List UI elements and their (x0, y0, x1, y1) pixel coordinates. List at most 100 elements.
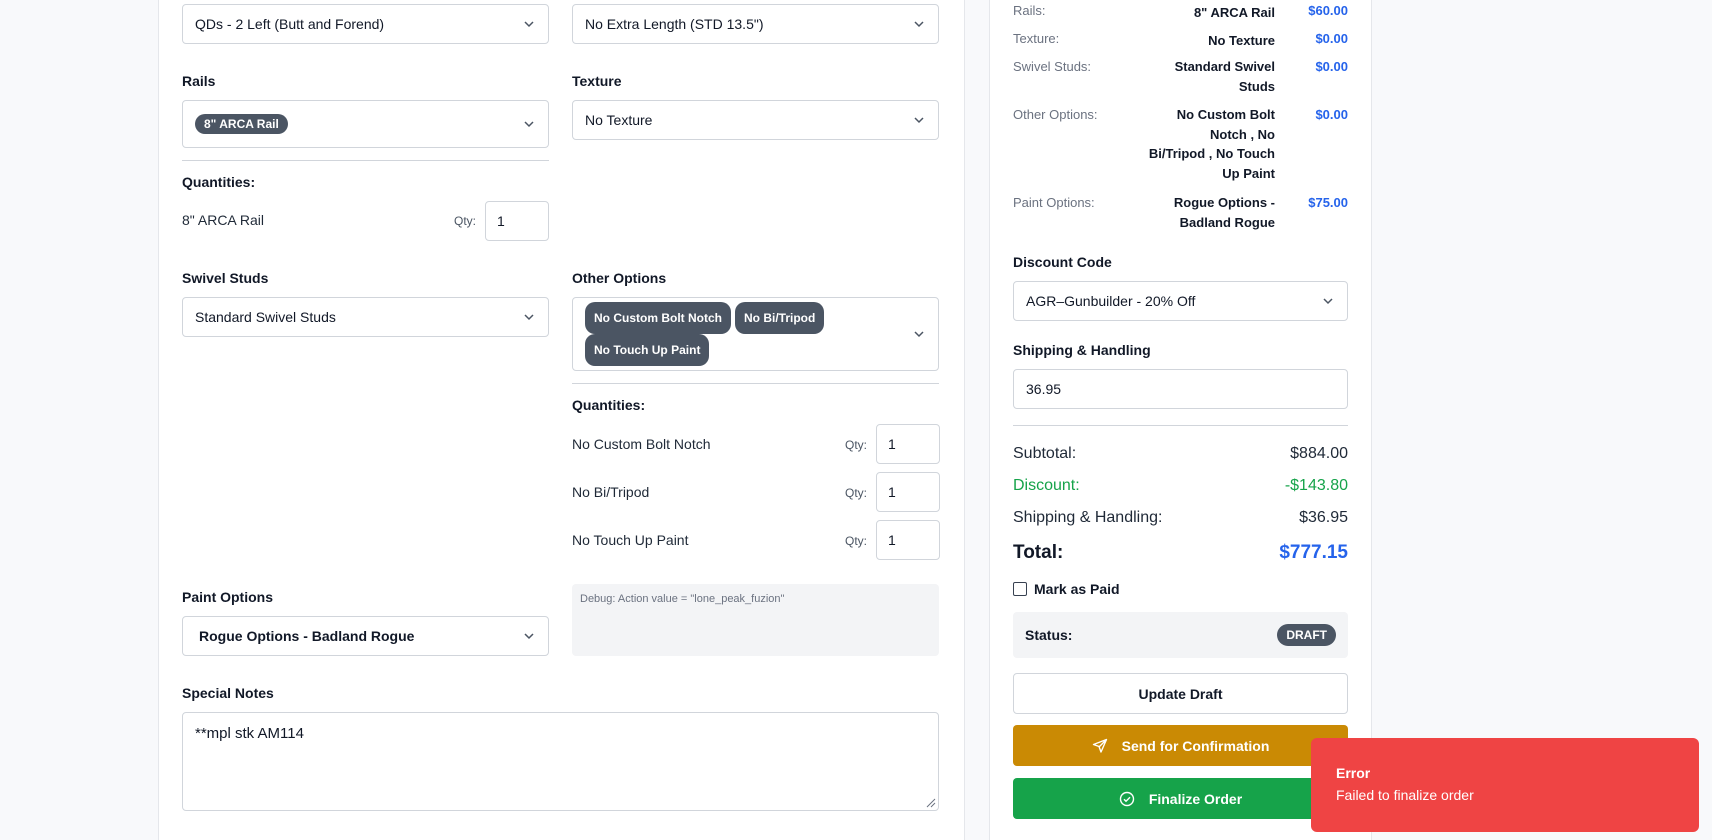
length-select-value: No Extra Length (STD 13.5") (585, 16, 764, 32)
status-label: Status: (1025, 627, 1073, 643)
summary-row-price: $75.00 (1308, 195, 1348, 210)
summary-row-value: No Custom Bolt Notch , No Bi/Tripod , No… (1140, 105, 1275, 183)
resize-handle-icon[interactable] (926, 798, 936, 808)
qty-label: Qty: (845, 438, 868, 452)
rails-chips: 8" ARCA Rail (195, 114, 522, 134)
special-notes-label: Special Notes (182, 685, 274, 701)
paint-options-value: Rogue Options - Badland Rogue (199, 628, 415, 644)
mark-paid-checkbox[interactable] (1013, 582, 1027, 596)
chevron-down-icon (912, 113, 926, 127)
chevron-down-icon (522, 117, 536, 131)
qty-label: Qty: (845, 534, 868, 548)
error-toast[interactable]: Error Failed to finalize order (1311, 738, 1699, 832)
toast-message: Failed to finalize order (1336, 787, 1474, 803)
summary-row-label: Swivel Studs: (1013, 59, 1092, 74)
chevron-down-icon (522, 17, 536, 31)
rails-select[interactable]: 8" ARCA Rail (182, 100, 549, 148)
special-notes-value: **mpl stk AM114 (195, 725, 304, 742)
summary-value-line: Up Paint (1222, 165, 1275, 181)
chevron-down-icon (522, 629, 536, 643)
rails-quantities-label: Quantities: (182, 174, 256, 190)
summary-row-value: Standard Swivel Studs (1140, 57, 1275, 96)
shipping-label: Shipping & Handling (1013, 342, 1151, 358)
totals-divider (1013, 425, 1348, 426)
other-qty-input[interactable]: 1 (876, 424, 940, 464)
other-qty-item-name: No Touch Up Paint (572, 532, 689, 548)
toast-title: Error (1336, 765, 1371, 781)
summary-row-price: $0.00 (1315, 31, 1348, 46)
rails-chip: 8" ARCA Rail (195, 114, 288, 134)
swivel-select[interactable]: Standard Swivel Studs (182, 297, 549, 337)
status-panel: Status: DRAFT (1013, 612, 1348, 658)
shipping-input-value: 36.95 (1026, 381, 1062, 397)
mark-paid-label[interactable]: Mark as Paid (1034, 581, 1120, 597)
discount-value: -$143.80 (1284, 477, 1348, 494)
summary-row-price: $0.00 (1315, 107, 1348, 122)
paint-options-label: Paint Options (182, 589, 273, 605)
finalize-order-label: Finalize Order (1148, 790, 1243, 807)
rails-qty-item-name: 8" ARCA Rail (182, 212, 265, 228)
other-qty-input[interactable]: 1 (876, 472, 940, 512)
summary-row-value: 8" ARCA Rail (1193, 5, 1275, 20)
summary-value-line: Rogue Options - (1173, 195, 1275, 210)
send-confirmation-label: Send for Confirmation (1121, 737, 1270, 754)
summary-row-value: No Texture (1208, 33, 1275, 48)
send-confirmation-button[interactable]: Send for Confirmation (1013, 725, 1348, 766)
texture-label: Texture (572, 73, 622, 89)
qd-select[interactable]: QDs - 2 Left (Butt and Forend) (182, 4, 549, 44)
summary-value-line: Badland Rogue (1179, 214, 1275, 230)
check-circle-icon (1119, 791, 1135, 807)
other-divider (572, 383, 939, 384)
shipping-total-value: $36.95 (1299, 509, 1348, 526)
other-chip: No Custom Bolt Notch (585, 302, 731, 334)
subtotal-label: Subtotal: (1013, 445, 1077, 462)
discount-code-label: Discount Code (1013, 254, 1112, 270)
chevron-down-icon (522, 310, 536, 324)
rails-divider (182, 160, 549, 161)
debug-box: Debug: Action value = "lone_peak_fuzion" (572, 584, 939, 656)
summary-value-line: Bi/Tripod , No Touch (1148, 146, 1275, 161)
other-options-select[interactable]: No Custom Bolt Notch No Bi/Tripod No Touc… (572, 297, 939, 371)
other-quantities-label: Quantities: (572, 397, 646, 413)
update-draft-label: Update Draft (1138, 685, 1223, 702)
summary-value-line: Studs (1238, 78, 1275, 94)
other-chip: No Bi/Tripod (735, 302, 825, 334)
other-qty-input[interactable]: 1 (876, 520, 940, 560)
summary-row-label: Paint Options: (1013, 195, 1095, 210)
qd-select-value: QDs - 2 Left (Butt and Forend) (195, 16, 385, 32)
status-badge: DRAFT (1277, 624, 1336, 646)
update-draft-button[interactable]: Update Draft (1013, 673, 1348, 714)
chevron-down-icon (912, 327, 926, 341)
rails-label: Rails (182, 73, 216, 89)
chevron-down-icon (1321, 294, 1335, 308)
summary-row-label: Texture: (1013, 31, 1060, 46)
swivel-label: Swivel Studs (182, 270, 269, 286)
total-value: $777.15 (1279, 542, 1348, 563)
paint-options-select[interactable]: Rogue Options - Badland Rogue (182, 616, 549, 656)
other-qty-item-name: No Bi/Tripod (572, 484, 650, 500)
discount-code-select[interactable]: AGR–Gunbuilder - 20% Off (1013, 281, 1348, 321)
chevron-down-icon (912, 17, 926, 31)
other-options-chips: No Custom Bolt Notch No Bi/Tripod No Touc… (585, 302, 912, 366)
summary-value-line: Standard Swivel (1174, 59, 1275, 74)
summary-value-line: Notch , No (1210, 126, 1275, 142)
other-chip: No Touch Up Paint (585, 334, 710, 366)
summary-row-value: Rogue Options - Badland Rogue (1140, 193, 1275, 232)
shipping-input[interactable]: 36.95 (1013, 369, 1348, 409)
summary-row-label: Other Options: (1013, 107, 1098, 122)
other-options-label: Other Options (572, 270, 667, 286)
swivel-select-value: Standard Swivel Studs (195, 309, 336, 325)
qty-label: Qty: (845, 486, 868, 500)
shipping-total-label: Shipping & Handling: (1013, 509, 1163, 526)
summary-row-price: $60.00 (1308, 3, 1348, 18)
texture-select[interactable]: No Texture (572, 100, 939, 140)
length-select[interactable]: No Extra Length (STD 13.5") (572, 4, 939, 44)
special-notes-textarea[interactable]: **mpl stk AM114 (182, 712, 939, 811)
qty-label: Qty: (454, 214, 477, 228)
rails-qty-input[interactable]: 1 (485, 201, 549, 241)
summary-value-line: No Custom Bolt (1176, 107, 1275, 122)
total-label: Total: (1013, 542, 1064, 563)
finalize-order-button[interactable]: Finalize Order (1013, 778, 1348, 819)
summary-row-label: Rails: (1013, 3, 1046, 18)
send-icon (1092, 738, 1108, 754)
